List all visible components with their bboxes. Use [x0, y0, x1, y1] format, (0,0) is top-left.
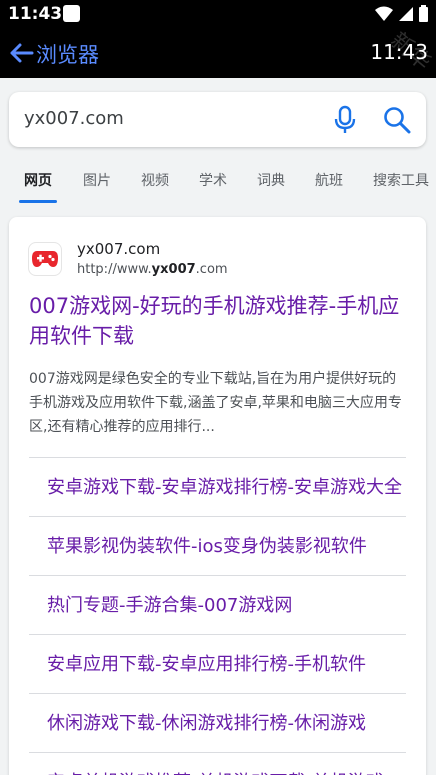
tab-search-tools[interactable]: 搜索工具 — [373, 170, 429, 190]
status-time: 11:43 — [8, 4, 63, 24]
sitelink[interactable]: 热门专题-手游合集-007游戏网 — [29, 575, 406, 634]
site-url: http://www.yx007.com — [77, 262, 228, 277]
tab-web[interactable]: 网页 — [24, 170, 52, 190]
wifi-icon — [375, 6, 393, 21]
search-tabs: 网页 图片 视频 学术 词典 航班 搜索工具 — [0, 156, 436, 204]
back-arrow-icon[interactable] — [8, 40, 34, 66]
signal-icon — [399, 6, 413, 21]
tab-flights[interactable]: 航班 — [315, 170, 343, 190]
site-favicon — [28, 242, 62, 276]
result-snippet: 007游戏网是绿色安全的专业下载站,旨在为用户提供好玩的手机游戏及应用软件下载,… — [29, 371, 402, 435]
status-icons — [375, 5, 428, 22]
tab-images[interactable]: 图片 — [83, 170, 111, 190]
search-result-card: yx007.com http://www.yx007.com 007游戏网-好玩… — [9, 217, 426, 775]
app-bar: 浏览器 11:43 新华 — [0, 28, 436, 78]
tab-academic[interactable]: 学术 — [199, 170, 227, 190]
search-icon[interactable] — [383, 106, 411, 134]
sitelinks-list: 安卓游戏下载-安卓游戏排行榜-安卓游戏大全 苹果影视伪装软件-ios变身伪装影视… — [29, 457, 406, 775]
notification-icon — [63, 5, 80, 22]
sitelink[interactable]: 休闲游戏下载-休闲游戏排行榜-休闲游戏 — [29, 693, 406, 752]
sitelink[interactable]: 苹果影视伪装软件-ios变身伪装影视软件 — [29, 516, 406, 575]
sitelink[interactable]: 安卓应用下载-安卓应用排行榜-手机软件 — [29, 634, 406, 693]
mic-icon[interactable] — [333, 105, 357, 135]
app-clock: 11:43 — [370, 40, 428, 64]
app-title: 浏览器 — [36, 43, 99, 67]
sitelink[interactable]: 安卓游戏下载-安卓游戏排行榜-安卓游戏大全 — [29, 457, 406, 516]
active-tab-indicator — [19, 200, 57, 203]
site-name: yx007.com — [77, 240, 161, 258]
url-prefix: http://www. — [77, 262, 152, 277]
result-title-link[interactable]: 007游戏网-好玩的手机游戏推荐-手机应用软件下载 — [29, 291, 409, 351]
search-box[interactable]: yx007.com — [9, 92, 426, 147]
battery-icon — [419, 5, 428, 22]
tab-dictionary[interactable]: 词典 — [257, 170, 285, 190]
tab-videos[interactable]: 视频 — [141, 170, 169, 190]
search-input[interactable]: yx007.com — [24, 108, 124, 129]
status-bar: 11:43 — [0, 0, 436, 30]
sitelink[interactable]: 安卓单机游戏推荐-单机游戏下载-单机游戏 — [29, 752, 406, 775]
gamepad-icon — [32, 251, 58, 267]
url-suffix: .com — [195, 262, 228, 277]
url-bold: yx007 — [151, 262, 196, 277]
